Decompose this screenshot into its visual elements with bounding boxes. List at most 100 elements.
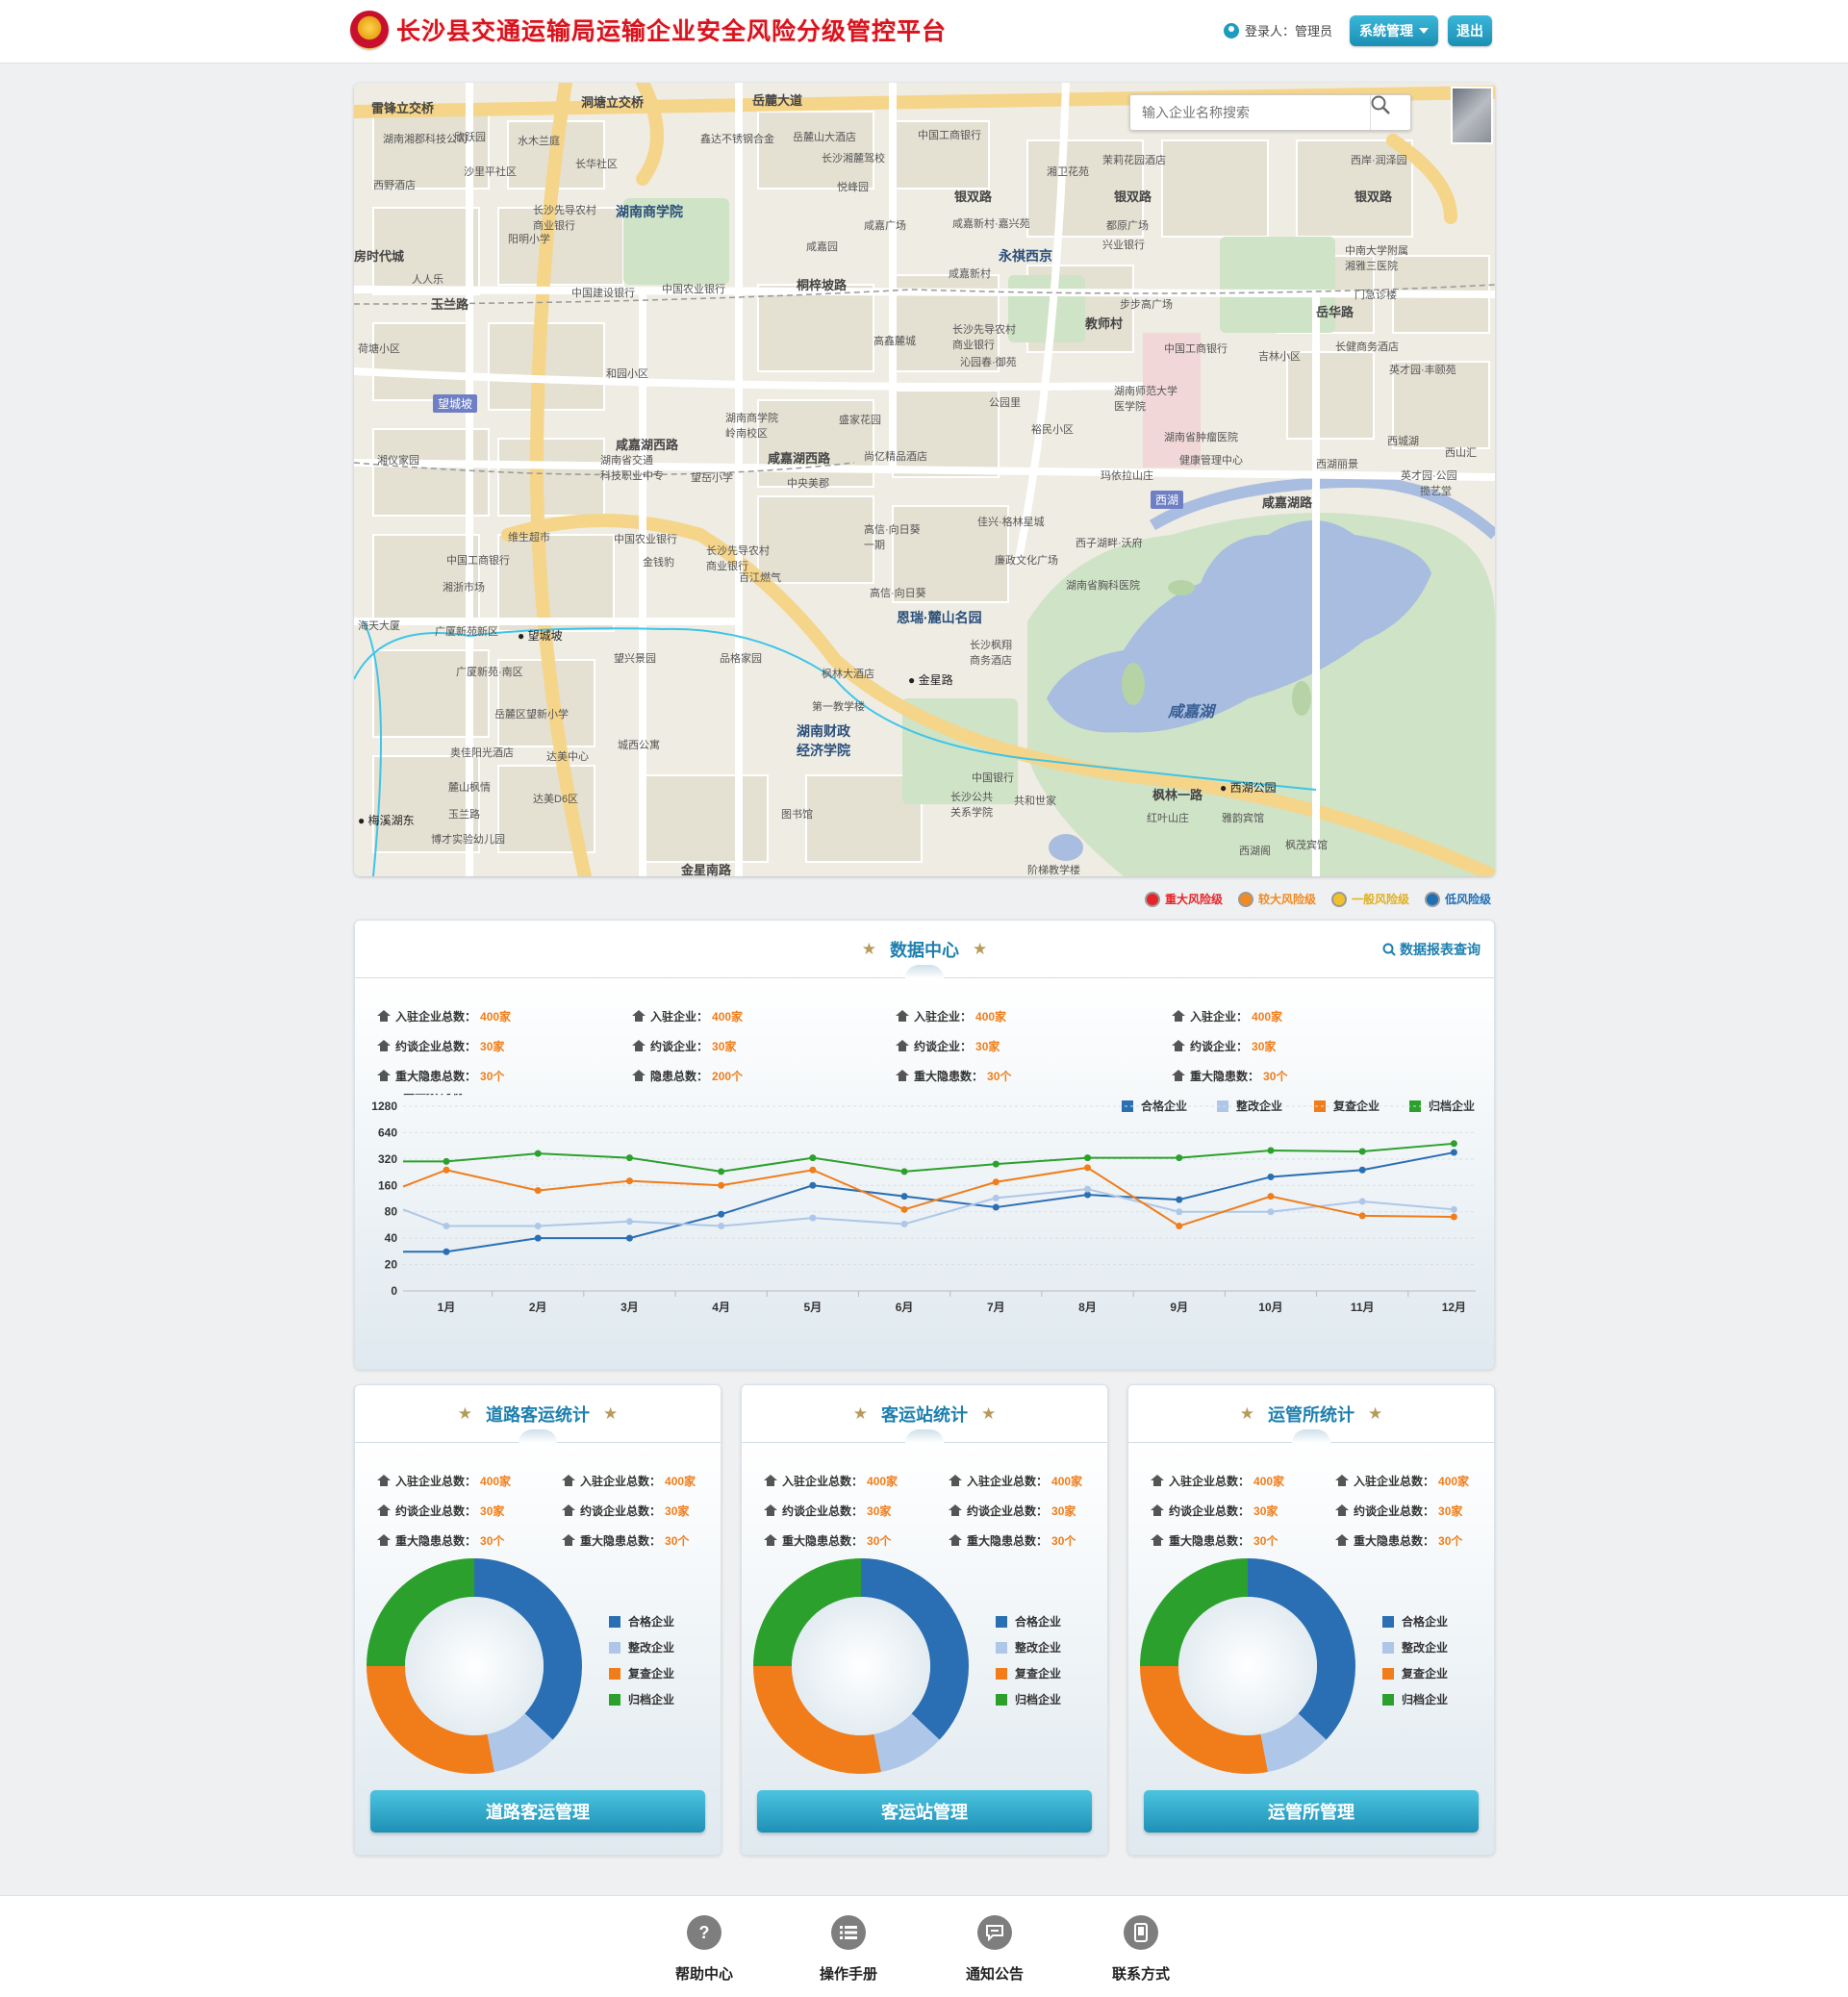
panel-management-button[interactable]: 客运站管理 bbox=[757, 1790, 1092, 1833]
stat-label: 重大隐患总数： bbox=[395, 1534, 477, 1548]
building-icon bbox=[631, 1040, 646, 1052]
data-point bbox=[900, 1168, 908, 1175]
stat-label: 隐患总数： bbox=[650, 1070, 709, 1083]
stat-item: 入驻企业总数： 400家 bbox=[1150, 1473, 1284, 1489]
stat-value: 400家 bbox=[867, 1475, 899, 1488]
legend-swatch bbox=[609, 1667, 620, 1680]
x-tick-label: 1月 bbox=[438, 1301, 456, 1314]
data-report-query-link[interactable]: 数据报表查询 bbox=[1382, 940, 1481, 959]
stat-label: 入驻企业总数： bbox=[967, 1475, 1049, 1488]
stat-value: 400家 bbox=[665, 1475, 696, 1488]
stat-item: 入驻企业总数： 400家 bbox=[376, 1008, 511, 1024]
data-point bbox=[1450, 1140, 1457, 1148]
y-tick-label: 0 bbox=[391, 1284, 397, 1298]
system-management-label: 系统管理 bbox=[1359, 23, 1413, 38]
stat-label: 约谈企业： bbox=[650, 1040, 709, 1053]
help-center-link[interactable]: ? 帮助中心 bbox=[661, 1915, 747, 1984]
data-point bbox=[625, 1218, 633, 1226]
donut-legend-item: 合格企业 bbox=[996, 1608, 1061, 1634]
x-tick-label: 10月 bbox=[1258, 1301, 1282, 1314]
company-search-input[interactable] bbox=[1130, 105, 1361, 120]
panel-management-button[interactable]: 运管所管理 bbox=[1144, 1790, 1479, 1833]
data-point bbox=[1176, 1208, 1183, 1216]
stat-item: 约谈企业总数： 30家 bbox=[376, 1038, 504, 1054]
x-tick-label: 5月 bbox=[804, 1301, 823, 1314]
data-point bbox=[718, 1181, 725, 1189]
donut-legend-item: 复查企业 bbox=[1382, 1660, 1448, 1686]
stat-value: 400家 bbox=[480, 1475, 512, 1488]
y-tick-label: 1280 bbox=[371, 1100, 397, 1113]
stat-label: 入驻企业总数： bbox=[1354, 1475, 1435, 1488]
data-point bbox=[718, 1168, 725, 1175]
notice-link[interactable]: 通知公告 bbox=[951, 1915, 1038, 1984]
stat-value: 30家 bbox=[665, 1504, 690, 1518]
building-icon bbox=[631, 1010, 646, 1023]
general-risk-dot-icon bbox=[1331, 891, 1348, 907]
building-icon bbox=[1150, 1534, 1165, 1547]
stat-item: 约谈企业： 30家 bbox=[895, 1038, 1000, 1054]
legend-label: 合格企业 bbox=[628, 1615, 675, 1629]
x-tick-label: 11月 bbox=[1351, 1301, 1375, 1314]
legend-swatch bbox=[996, 1693, 1007, 1706]
street-view-thumbnail[interactable] bbox=[1451, 87, 1493, 144]
legend-swatch bbox=[996, 1641, 1007, 1654]
legend-swatch bbox=[1382, 1641, 1394, 1654]
panel-header: ★ 客运站统计 ★ bbox=[742, 1385, 1107, 1443]
legend-swatch bbox=[996, 1615, 1007, 1628]
risk-legend-label: 较大风险级 bbox=[1258, 893, 1317, 906]
stat-label: 入驻企业总数： bbox=[395, 1475, 477, 1488]
data-point bbox=[992, 1178, 1000, 1186]
stat-item: 隐患总数： 200个 bbox=[631, 1068, 743, 1084]
stat-label: 约谈企业总数： bbox=[395, 1040, 477, 1053]
stat-value: 30个 bbox=[665, 1534, 690, 1548]
login-info: 登录人：管理员 bbox=[1224, 21, 1332, 39]
donut-legend-item: 整改企业 bbox=[1382, 1634, 1448, 1660]
building-icon bbox=[1334, 1534, 1350, 1547]
legend-swatch bbox=[609, 1615, 620, 1628]
map-canvas bbox=[354, 83, 1495, 876]
donut-legend-item: 合格企业 bbox=[1382, 1608, 1448, 1634]
building-icon bbox=[1334, 1475, 1350, 1487]
data-center-header: ★ 数据中心 ★ bbox=[355, 921, 1494, 978]
data-point bbox=[1358, 1198, 1366, 1205]
logout-button[interactable]: 退出 bbox=[1448, 15, 1492, 46]
panel-header: ★ 运管所统计 ★ bbox=[1128, 1385, 1494, 1443]
stat-value: 30家 bbox=[867, 1504, 892, 1518]
data-point bbox=[809, 1166, 817, 1174]
stat-value: 400家 bbox=[1051, 1475, 1083, 1488]
header: 长沙县交通运输局运输企业安全风险分级管控平台 登录人：管理员 系统管理 退出 bbox=[0, 0, 1848, 63]
building-icon bbox=[376, 1504, 392, 1517]
stat-value: 30个 bbox=[987, 1070, 1012, 1083]
star-icon: ★ bbox=[1239, 1403, 1254, 1423]
building-icon bbox=[561, 1504, 576, 1517]
stat-label: 重大隐患总数： bbox=[580, 1534, 662, 1548]
contact-link[interactable]: 联系方式 bbox=[1098, 1915, 1184, 1984]
stat-value: 400家 bbox=[975, 1010, 1007, 1024]
x-tick-label: 8月 bbox=[1078, 1301, 1097, 1314]
map[interactable]: 雷锋立交桥 洞塘立交桥 岳麓大道 房时代城 玉兰路 湖南商学院 永祺西京 银双路… bbox=[354, 83, 1495, 876]
legend-label: 整改企业 bbox=[628, 1641, 675, 1655]
company-search-box[interactable] bbox=[1129, 94, 1411, 131]
donut-legend-item: 复查企业 bbox=[609, 1660, 674, 1686]
caret-down-icon bbox=[1419, 28, 1429, 34]
legend-swatch bbox=[609, 1641, 620, 1654]
building-icon bbox=[376, 1070, 392, 1082]
operation-manual-link[interactable]: 操作手册 bbox=[805, 1915, 892, 1984]
legend-label: 复查企业 bbox=[628, 1667, 675, 1681]
donut-legend: 合格企业整改企业复查企业归档企业 bbox=[609, 1608, 674, 1712]
stat-item: 约谈企业： 30家 bbox=[1171, 1038, 1276, 1054]
search-icon bbox=[1371, 95, 1390, 114]
stat-item: 重大隐患总数： 30个 bbox=[376, 1532, 504, 1549]
help-icon: ? bbox=[687, 1915, 721, 1950]
panel-management-button[interactable]: 道路客运管理 bbox=[370, 1790, 705, 1833]
data-point bbox=[534, 1187, 542, 1195]
data-point bbox=[1176, 1196, 1183, 1203]
search-button[interactable] bbox=[1370, 95, 1410, 130]
list-icon bbox=[831, 1915, 866, 1950]
star-icon: ★ bbox=[981, 1403, 997, 1423]
stat-item: 重大隐患总数： 30个 bbox=[948, 1532, 1076, 1549]
system-management-button[interactable]: 系统管理 bbox=[1350, 15, 1438, 46]
building-icon bbox=[376, 1534, 392, 1547]
y-tick-label: 160 bbox=[378, 1178, 397, 1192]
donut-legend-item: 归档企业 bbox=[609, 1686, 674, 1712]
